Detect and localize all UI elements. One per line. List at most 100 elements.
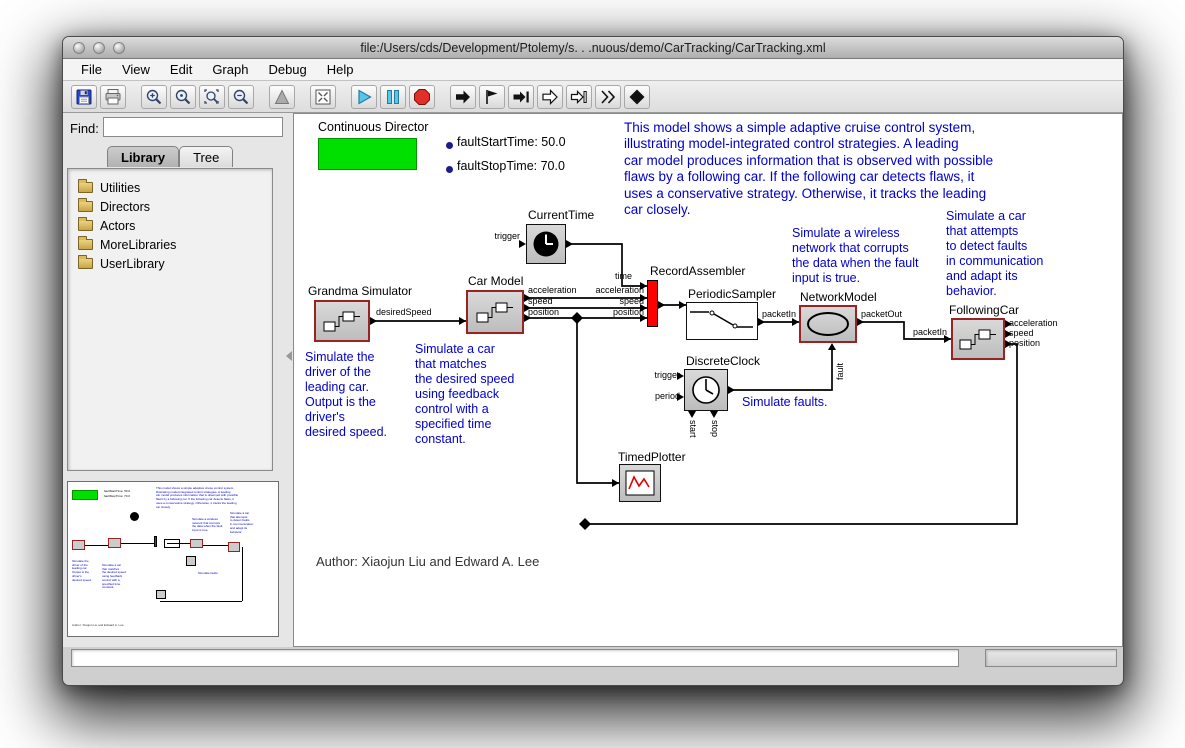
zoom-in-icon xyxy=(146,89,162,104)
menu-edit[interactable]: Edit xyxy=(160,60,202,79)
thumbnail-actor xyxy=(108,538,121,548)
discreteclock-box[interactable] xyxy=(684,369,728,411)
ellipse-icon xyxy=(807,312,849,336)
zoom-reset-button[interactable] xyxy=(170,84,196,109)
folder-icon xyxy=(78,255,93,269)
port-label-packetin: packetIn xyxy=(761,309,796,319)
close-button[interactable] xyxy=(73,42,85,54)
carmodel-label: Car Model xyxy=(468,274,524,288)
fullscreen-icon xyxy=(315,89,331,104)
currenttime-box[interactable] xyxy=(526,224,566,264)
carmodel-box[interactable] xyxy=(466,290,524,334)
port-label-time: time xyxy=(614,271,632,281)
port-label-speed: speed xyxy=(528,296,553,306)
breakpoint-button[interactable] xyxy=(479,84,505,109)
zoom-out-button[interactable] xyxy=(228,84,254,109)
tree-item-directors[interactable]: Directors xyxy=(74,197,266,216)
find-input[interactable] xyxy=(103,117,283,137)
zoom-out-icon xyxy=(233,89,249,104)
fullscreen-button[interactable] xyxy=(310,84,336,109)
flag-icon xyxy=(486,89,498,104)
tree-item-actors[interactable]: Actors xyxy=(74,216,266,235)
port-label-trigger: trigger xyxy=(494,231,520,241)
menubar: File View Edit Graph Debug Help xyxy=(63,59,1123,81)
thumbnail-actor xyxy=(228,542,240,552)
port-label-desiredspeed: desiredSpeed xyxy=(376,307,432,317)
zoom-button[interactable] xyxy=(113,42,125,54)
director-box[interactable] xyxy=(318,138,417,170)
menu-debug[interactable]: Debug xyxy=(258,60,316,79)
thumbnail-panel[interactable]: faultStartTime: 50.0 faultStopTime: 70.0… xyxy=(67,481,279,637)
director-label: Continuous Director xyxy=(318,120,429,134)
thumbnail-wire xyxy=(203,545,228,546)
thumbnail-author: Author: Xiaojun Liu and Edward A. Lee xyxy=(72,623,124,627)
tree-item-label: Directors xyxy=(100,199,151,214)
annotation-driver: Simulate the driver of the leading car. … xyxy=(305,350,388,439)
go-to-end-button[interactable] xyxy=(508,84,534,109)
pointer-icon xyxy=(274,88,290,104)
tree-item-label: MoreLibraries xyxy=(100,237,177,252)
networkmodel-box[interactable] xyxy=(799,305,857,343)
tree-item-userlibrary[interactable]: UserLibrary xyxy=(74,254,266,273)
thumbnail-discreteclock xyxy=(186,556,196,566)
networkmodel-label: NetworkModel xyxy=(800,290,877,304)
zoom-in-button[interactable] xyxy=(141,84,167,109)
pause-button[interactable] xyxy=(380,84,406,109)
save-button[interactable] xyxy=(71,84,97,109)
content-area: Find: Library Tree Utilities Directors A… xyxy=(63,113,1123,647)
tab-tree[interactable]: Tree xyxy=(179,146,234,167)
sidebar: Find: Library Tree Utilities Directors A… xyxy=(63,113,293,647)
play-button[interactable] xyxy=(351,84,377,109)
play-icon xyxy=(358,88,372,105)
halt-button[interactable] xyxy=(624,84,650,109)
step-out-button[interactable] xyxy=(595,84,621,109)
tree-item-utilities[interactable]: Utilities xyxy=(74,178,266,197)
annotation-following: Simulate a car that attempts to detect f… xyxy=(946,209,1044,298)
model-canvas[interactable]: Continuous Director faultStartTime: 50.0… xyxy=(293,113,1123,647)
port-label-period: period xyxy=(654,391,680,401)
run-arrow-icon xyxy=(456,90,470,103)
thumbnail-annotation: Simulate a car that matches the desired … xyxy=(102,563,126,590)
splitter-collapse-arrow[interactable] xyxy=(286,351,292,361)
menu-help[interactable]: Help xyxy=(317,60,364,79)
arrow-to-bar-icon xyxy=(513,91,529,102)
parameter-faultstarttime[interactable]: faultStartTime: 50.0 xyxy=(457,135,566,149)
run-button[interactable] xyxy=(450,84,476,109)
port-label-stop: stop xyxy=(710,420,720,438)
clock-icon xyxy=(533,231,559,257)
step-over-button[interactable] xyxy=(566,84,592,109)
tab-library[interactable]: Library xyxy=(107,146,180,167)
menu-graph[interactable]: Graph xyxy=(202,60,258,79)
menu-file[interactable]: File xyxy=(71,60,112,79)
traffic-lights xyxy=(73,42,125,54)
currenttime-label: CurrentTime xyxy=(528,208,595,222)
discreteclock-label: DiscreteClock xyxy=(686,354,761,368)
progress-bar xyxy=(985,649,1117,667)
titlebar[interactable]: file:/Users/cds/Development/Ptolemy/s. .… xyxy=(63,37,1123,59)
tree-item-label: Utilities xyxy=(100,180,141,195)
stop-button[interactable] xyxy=(409,84,435,109)
parameter-faultstoptime[interactable]: faultStopTime: 70.0 xyxy=(457,159,565,173)
menu-view[interactable]: View xyxy=(112,60,160,79)
grandma-box[interactable] xyxy=(314,300,370,342)
step-button[interactable] xyxy=(537,84,563,109)
timedplotter-box[interactable] xyxy=(619,464,661,502)
recordassembler-bar[interactable] xyxy=(647,280,658,327)
window-title: file:/Users/cds/Development/Ptolemy/s. .… xyxy=(360,40,826,55)
save-icon xyxy=(76,89,92,104)
minimize-button[interactable] xyxy=(93,42,105,54)
followingcar-box[interactable] xyxy=(951,318,1005,360)
port-label-acceleration: acceleration xyxy=(528,285,577,295)
folder-icon xyxy=(78,179,93,193)
print-button[interactable] xyxy=(100,84,126,109)
folder-icon xyxy=(78,236,93,250)
zoom-fit-button[interactable] xyxy=(199,84,225,109)
tree-item-morelibraries[interactable]: MoreLibraries xyxy=(74,235,266,254)
print-icon xyxy=(105,88,121,104)
diamond-icon xyxy=(629,89,645,104)
parameter-dot xyxy=(446,166,453,173)
periodicsampler-label: PeriodicSampler xyxy=(688,287,777,301)
recordassembler-label: RecordAssembler xyxy=(650,264,746,278)
pointer-button[interactable] xyxy=(269,84,295,109)
periodicsampler-box[interactable] xyxy=(686,302,758,340)
